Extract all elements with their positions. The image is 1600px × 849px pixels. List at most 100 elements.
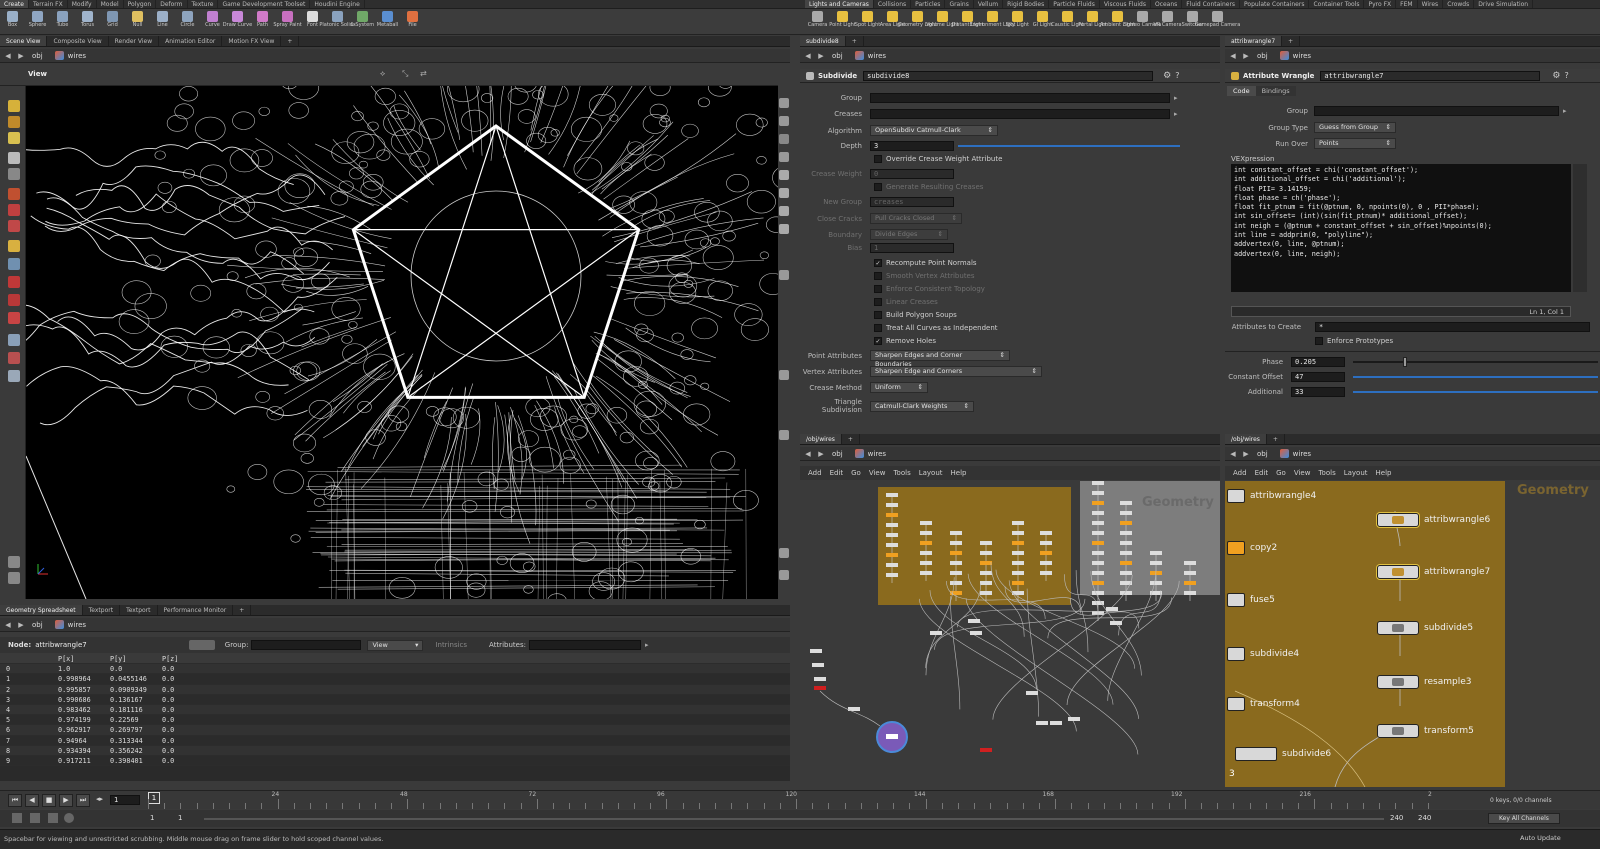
attr-menu-icon[interactable]: ▸ (645, 641, 649, 649)
menu-layout[interactable]: Layout (919, 469, 943, 477)
menu-tools[interactable]: Tools (1318, 469, 1335, 477)
node-box-icon[interactable] (1377, 724, 1419, 738)
magnet-icon[interactable] (8, 276, 20, 288)
add-tab-icon[interactable]: + (846, 36, 864, 46)
forward-arrow-icon[interactable]: ▶ (816, 449, 826, 459)
key-all-button[interactable]: Key All Channels (1488, 813, 1560, 824)
frame-marker[interactable]: 1 (148, 792, 160, 804)
snapping-icon[interactable] (8, 258, 20, 270)
back-arrow-icon[interactable]: ◀ (1228, 449, 1238, 459)
path-wires[interactable]: wires (1274, 51, 1317, 60)
handle-tool-icon[interactable] (8, 240, 20, 252)
new-group-field[interactable]: creases (870, 197, 954, 207)
guide-icon[interactable] (779, 430, 789, 440)
tab-obj-wires[interactable]: /obj/wires (800, 434, 842, 444)
shelf-tab-polygon[interactable]: Polygon (124, 0, 157, 8)
node-fuse5[interactable]: fuse5 (1227, 593, 1275, 607)
tool-point-light[interactable]: Point Light (829, 9, 856, 34)
menu-help[interactable]: Help (951, 469, 967, 477)
recompute-point-normals-checkbox[interactable]: ✓ (874, 259, 882, 267)
depth-field[interactable]: 3 (870, 141, 954, 151)
stop-icon[interactable]: ■ (42, 794, 56, 807)
end-frame[interactable]: 240 (1390, 814, 1403, 822)
path-wires[interactable]: wires (849, 449, 892, 458)
tool-path[interactable]: Path (250, 9, 275, 34)
shelf-tab-terrain-fx[interactable]: Terrain FX (29, 0, 68, 8)
handle-icon[interactable]: ⤡ (402, 69, 408, 79)
view-dropdown[interactable]: View ▾ (367, 639, 424, 651)
tab-code[interactable]: Code (1227, 86, 1256, 96)
node-copy2[interactable]: copy2 (1227, 541, 1277, 555)
points-icon[interactable] (779, 206, 789, 216)
crease-method-dropdown[interactable]: Uniform ⇕ (870, 382, 928, 393)
start-frame[interactable]: 1 (150, 814, 154, 822)
camera-tool-icon[interactable] (8, 370, 20, 382)
node-box-icon[interactable] (1227, 541, 1245, 555)
record-icon[interactable] (8, 294, 20, 306)
menu-layout[interactable]: Layout (1344, 469, 1368, 477)
shelf-tab-pyro-fx[interactable]: Pyro FX (1364, 0, 1397, 8)
node-attribwrangle4[interactable]: attribwrangle4 (1227, 489, 1316, 503)
tool-curve[interactable]: Curve (200, 9, 225, 34)
node-box-icon[interactable] (1235, 747, 1277, 761)
path-wires[interactable]: wires (1274, 449, 1317, 458)
step-back-icon[interactable]: ◀ (25, 794, 39, 807)
menu-go[interactable]: Go (1276, 469, 1286, 477)
shelf-tab-populate-containers[interactable]: Populate Containers (1240, 0, 1310, 8)
geometry-mode-icon[interactable] (188, 640, 215, 650)
menu-add[interactable]: Add (808, 469, 822, 477)
tool-sky-light[interactable]: Sky Light (1005, 9, 1030, 34)
node-box-icon[interactable] (1377, 565, 1419, 579)
tool-file[interactable]: File (400, 9, 425, 34)
node-box-icon[interactable] (1227, 697, 1245, 711)
tool-torus[interactable]: Torus (75, 9, 100, 34)
phase-slider-track[interactable] (1353, 361, 1598, 363)
shelf-tab-particles[interactable]: Particles (911, 0, 946, 8)
shelf-tab-oceans[interactable]: Oceans (1151, 0, 1183, 8)
auto-update[interactable]: Auto Update (1520, 834, 1561, 842)
node-subdivide6[interactable]: subdivide6 (1227, 747, 1331, 761)
tab-animation-editor[interactable]: Animation Editor (159, 36, 223, 46)
column-header[interactable] (0, 654, 55, 663)
shelf-tab-deform[interactable]: Deform (156, 0, 188, 8)
tool-sphere[interactable]: Sphere (25, 9, 50, 34)
shelf-tab-particle-fluids[interactable]: Particle Fluids (1049, 0, 1100, 8)
realtime-icon[interactable] (12, 813, 22, 823)
add-tab-icon[interactable]: + (1282, 36, 1301, 46)
node-box-icon[interactable] (1377, 621, 1419, 635)
end-frame-2[interactable]: 240 (1418, 814, 1431, 822)
translate-tool-icon[interactable] (8, 188, 20, 200)
point-attributes-dropdown[interactable]: Sharpen Edges and Corner Boundaries ⇕ (870, 350, 1010, 368)
scale-tool-icon[interactable] (8, 220, 20, 232)
shelf-tab-wires[interactable]: Wires (1418, 0, 1444, 8)
menu-view[interactable]: View (869, 469, 886, 477)
tab-render-view[interactable]: Render View (109, 36, 160, 46)
node-attribwrangle6[interactable]: attribwrangle6 (1377, 513, 1490, 527)
tool-gamepad-camera[interactable]: Gamepad Camera (1195, 9, 1240, 34)
rotate-tool-icon[interactable] (8, 204, 20, 216)
timeline-ruler[interactable]: 1 24 48 72 96 120 144 168 192 216 2 (148, 791, 1438, 810)
tool-metaball[interactable]: Metaball (375, 9, 400, 34)
viewport[interactable] (26, 86, 778, 599)
shelf-tab-lights-and-cameras[interactable]: Lights and Cameras (805, 0, 874, 8)
column-header[interactable]: P[z] (159, 654, 211, 663)
group-field[interactable] (870, 93, 1170, 103)
gear-icon[interactable]: ⚙ (1552, 71, 1560, 81)
gear-icon[interactable]: ⚙ (1163, 71, 1171, 81)
forward-arrow-icon[interactable]: ▶ (1241, 51, 1251, 61)
additional-slider[interactable] (1353, 391, 1598, 393)
shelf-tab-create[interactable]: Create (0, 0, 29, 8)
tool-circle[interactable]: Circle (175, 9, 200, 34)
net-right-canvas[interactable]: Geometry attribwrangle4 copy2 fuse5 subdivi… (1225, 481, 1600, 787)
shelf-tab-texture[interactable]: Texture (188, 0, 219, 8)
tab-subdivide8[interactable]: subdivide8 (800, 36, 846, 46)
play-icon[interactable]: ▶ (59, 794, 73, 807)
brush-tool-icon[interactable] (8, 116, 20, 128)
menu-go[interactable]: Go (851, 469, 861, 477)
tab-bindings[interactable]: Bindings (1255, 86, 1296, 96)
phase-slider-handle[interactable] (1403, 357, 1408, 367)
crease-weight-field[interactable]: 0 (870, 169, 954, 179)
node-transform4[interactable]: transform4 (1227, 697, 1300, 711)
lock-icon[interactable] (779, 116, 789, 126)
settings-icon[interactable] (8, 572, 20, 584)
